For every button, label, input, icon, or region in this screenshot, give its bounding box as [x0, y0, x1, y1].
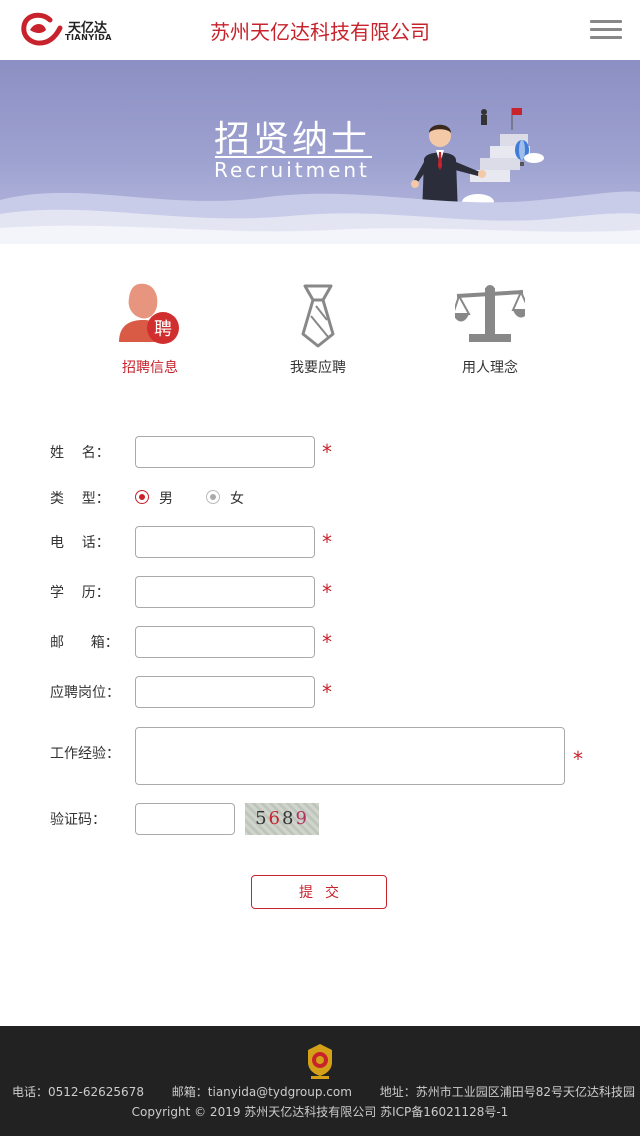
form-row-phone: 电 话： *: [50, 526, 610, 558]
tab-bar: 聘 招聘信息 我要应聘 用人理念: [0, 275, 640, 385]
phone-input[interactable]: [135, 526, 315, 558]
captcha-image[interactable]: 5689: [245, 803, 319, 835]
email-input[interactable]: [135, 626, 315, 658]
required-mark: *: [322, 680, 332, 704]
footer-email[interactable]: 邮箱：tianyida@tydgroup.com: [172, 1085, 352, 1099]
phone-label: 电 话：: [50, 535, 110, 551]
scale-icon: [455, 285, 525, 342]
footer-copyright: Copyright © 2019 苏州天亿达科技有限公司 苏ICP备160211…: [131, 1105, 509, 1119]
education-label: 学 历：: [50, 585, 110, 601]
radio-unchecked-icon: [206, 490, 220, 504]
experience-textarea[interactable]: [135, 727, 565, 785]
form-row-position: 应聘岗位： *: [50, 676, 610, 708]
banner: 招贤纳士 Recruitment: [0, 60, 640, 244]
tab-label: 招聘信息: [122, 360, 178, 376]
logo-mark-icon: [21, 12, 63, 46]
type-label: 类 型：: [50, 491, 110, 507]
tab-apply[interactable]: 我要应聘: [248, 275, 388, 385]
hamburger-icon: [590, 20, 622, 23]
footer-contact: 电话：0512-62625678 邮箱：tianyida@tydgroup.co…: [0, 1083, 640, 1100]
tab-recruit-info[interactable]: 聘 招聘信息: [80, 275, 220, 385]
menu-button[interactable]: [590, 20, 622, 42]
name-label: 姓 名：: [50, 445, 110, 461]
required-mark: *: [573, 747, 583, 771]
tie-icon: [301, 284, 335, 348]
required-mark: *: [322, 630, 332, 654]
required-mark: *: [322, 440, 332, 464]
form-row-experience: 工作经验： *: [50, 727, 610, 785]
name-input[interactable]: [135, 436, 315, 468]
email-label: 邮 箱：: [50, 635, 119, 651]
form-row-type: 类 型： 男 女: [50, 488, 610, 508]
recruit-badge-text: 聘: [154, 319, 172, 340]
form-row-education: 学 历： *: [50, 576, 610, 608]
tab-label: 用人理念: [462, 360, 518, 376]
radio-checked-icon: [135, 490, 149, 504]
banner-title: 招贤纳士: [214, 119, 371, 160]
education-input[interactable]: [135, 576, 315, 608]
tab-philosophy[interactable]: 用人理念: [420, 275, 560, 385]
header: 天亿达 TIANYIDA 苏州天亿达科技有限公司: [0, 0, 640, 60]
required-mark: *: [322, 530, 332, 554]
captcha-label: 验证码：: [50, 812, 106, 828]
experience-label: 工作经验：: [50, 746, 120, 762]
required-mark: *: [322, 580, 332, 604]
banner-wave: [0, 191, 640, 244]
position-label: 应聘岗位：: [50, 685, 120, 701]
tab-label: 我要应聘: [290, 360, 346, 376]
recruit-person-icon: 聘: [119, 283, 179, 344]
police-badge-icon[interactable]: [305, 1042, 335, 1080]
submit-button[interactable]: 提交: [251, 875, 387, 909]
gender-label: 女: [230, 491, 244, 507]
form-row-email: 邮 箱： *: [50, 626, 610, 658]
captcha-input[interactable]: [135, 803, 235, 835]
footer: 电话：0512-62625678 邮箱：tianyida@tydgroup.co…: [0, 1026, 640, 1136]
footer-phone: 电话：0512-62625678: [12, 1085, 144, 1099]
footer-address: 地址：苏州市工业园区浦田号82号天亿达科技园: [379, 1085, 636, 1099]
company-title: 苏州天亿达科技有限公司: [210, 20, 430, 44]
logo[interactable]: 天亿达 TIANYIDA: [20, 12, 115, 48]
page: 天亿达 TIANYIDA 苏州天亿达科技有限公司 招贤纳士 Recruitmen…: [0, 0, 640, 1136]
form-row-captcha: 验证码： 5689: [50, 803, 610, 835]
form-row-name: 姓 名： *: [50, 436, 610, 468]
gender-label: 男: [159, 491, 173, 507]
position-input[interactable]: [135, 676, 315, 708]
logo-brand-en: TIANYIDA: [65, 33, 112, 42]
